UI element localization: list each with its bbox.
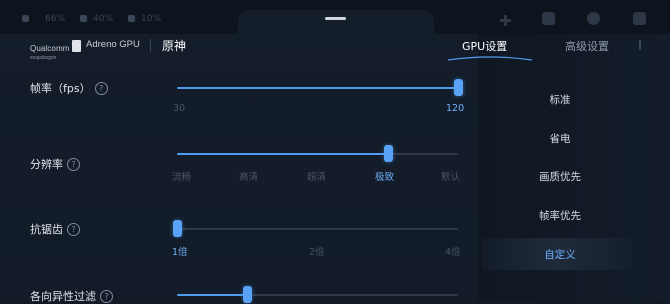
tick-label: 30 <box>173 103 186 114</box>
preset-standard[interactable]: 标准 <box>480 92 640 107</box>
gpu-icon <box>128 15 135 22</box>
setting-label-resolution: 分辨率? <box>30 156 80 172</box>
slider-fill <box>177 153 388 155</box>
help-icon[interactable]: ? <box>67 223 80 236</box>
antialiasing-slider[interactable] <box>173 220 458 237</box>
tab-gpu-settings[interactable]: GPU设置 <box>462 38 507 54</box>
gear-icon[interactable] <box>587 12 600 25</box>
status-item-3: 10% <box>141 14 162 24</box>
status-item-battery <box>22 14 33 24</box>
tick-label: 极致 <box>375 172 395 183</box>
setting-label-antialiasing: 抗锯齿? <box>30 221 80 237</box>
divider <box>150 39 151 52</box>
tab-advanced-settings[interactable]: 高级设置 <box>565 38 609 54</box>
slider-fill <box>177 87 458 89</box>
slider-fill <box>177 294 248 296</box>
resolution-slider[interactable] <box>177 145 458 162</box>
help-icon[interactable]: ? <box>94 82 108 95</box>
help-icon[interactable]: ? <box>100 290 113 303</box>
cpu-icon <box>80 15 87 22</box>
slider-thumb[interactable] <box>243 286 253 303</box>
grid-icon[interactable] <box>542 12 555 25</box>
tick-label: 120 <box>446 103 465 114</box>
preset-framerate-first[interactable]: 帧率优先 <box>480 208 640 223</box>
preset-custom[interactable]: 自定义 <box>480 247 640 262</box>
anisotropic-slider[interactable] <box>177 286 458 303</box>
preset-quality-first[interactable]: 画质优先 <box>480 169 640 184</box>
tick-label: 4倍 <box>445 247 461 258</box>
setting-label-anisotropic: 各向异性过滤? <box>30 288 113 304</box>
slider-thumb[interactable] <box>383 145 393 162</box>
tab-scroll-indicator <box>639 40 641 50</box>
tab-active-indicator <box>448 56 532 61</box>
cpu-icon-wrap <box>80 14 91 24</box>
gpu-brand: Adreno GPU <box>86 39 140 50</box>
slider-thumb[interactable] <box>173 220 182 237</box>
fps-slider[interactable] <box>177 79 463 96</box>
phone-icon[interactable] <box>633 12 646 25</box>
status-item-1: 66% <box>45 14 66 24</box>
battery-icon <box>22 15 29 22</box>
qualcomm-logo: Qualcomm snapdragon <box>30 44 70 61</box>
top-pull-tab[interactable] <box>238 10 434 34</box>
help-icon[interactable]: ? <box>67 158 80 171</box>
game-title: 原神 <box>162 39 187 53</box>
header: Qualcomm snapdragon Adreno GPU 原神 GPU设置 … <box>0 34 670 61</box>
status-item-2: 40% <box>93 14 114 24</box>
tick-label: 高清 <box>239 172 259 183</box>
tick-label: 默认 <box>441 172 461 183</box>
tick-label: 超清 <box>307 172 327 183</box>
tick-label: 流畅 <box>172 172 192 183</box>
drag-handle[interactable] <box>325 17 346 20</box>
crosshair-icon[interactable] <box>499 12 512 26</box>
preset-power-saving[interactable]: 省电 <box>480 131 640 146</box>
tick-label: 2倍 <box>309 247 325 258</box>
adreno-icon <box>72 40 81 52</box>
slider-thumb[interactable] <box>454 79 463 96</box>
tick-label: 1倍 <box>172 247 188 258</box>
gpu-icon-wrap <box>128 14 139 24</box>
setting-label-fps: 帧率（fps）? <box>30 80 108 96</box>
